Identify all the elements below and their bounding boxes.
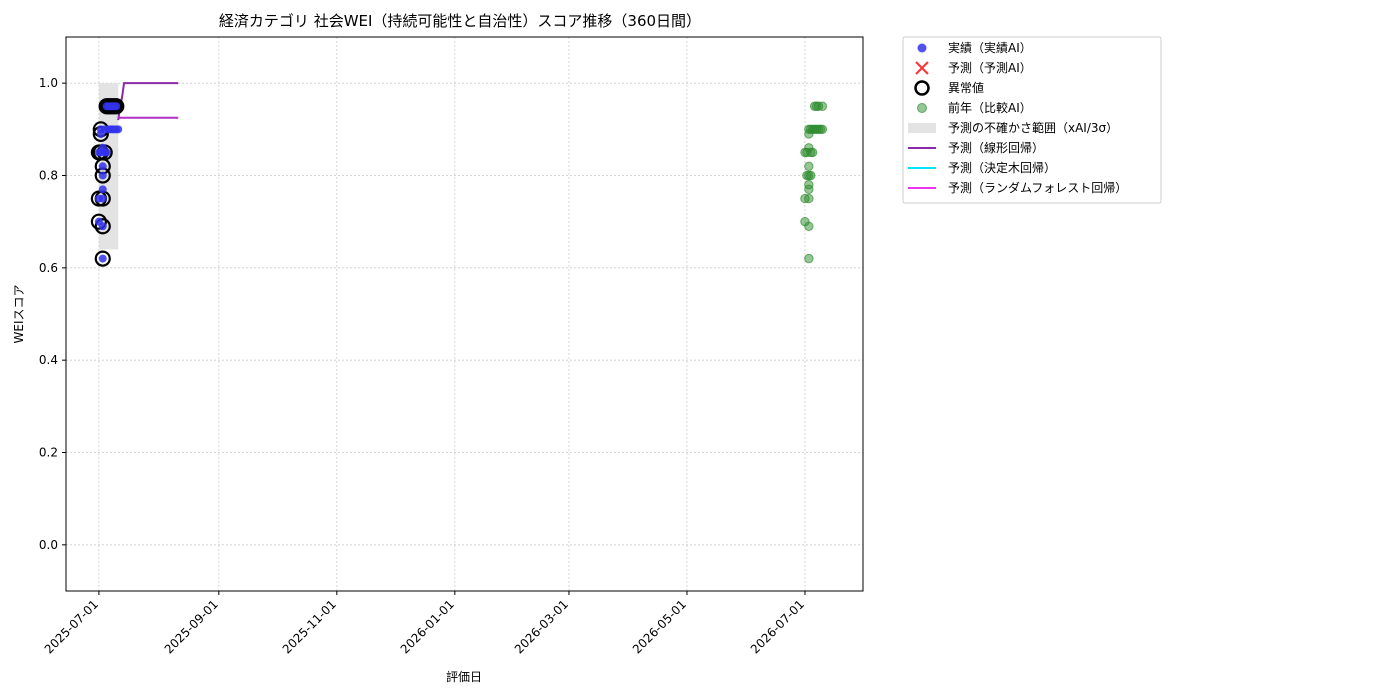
prev-year-point — [817, 101, 828, 111]
y-tick-label: 0.0 — [39, 538, 58, 552]
grid-lines — [66, 37, 863, 591]
actual-point — [98, 254, 107, 263]
legend-label: 異常値 — [948, 80, 984, 95]
legend-label: 予測（予測AI） — [948, 61, 1032, 75]
x-axis-ticks: 2025-07-01 2025-09-01 2025-11-01 2026-01-01… — [42, 591, 807, 656]
actual-point — [114, 125, 123, 134]
legend: 実績（実績AI） 予測（予測AI） 異常値前年（比較AI） 予測の不確かさ範囲（xAI… — [902, 36, 1162, 204]
prev-year-point — [804, 221, 814, 231]
regression-lines-layer — [117, 82, 179, 121]
chart-title: 経済カテゴリ 社会WEI（持続可能性と自治性）スコア推移（360日間） — [219, 12, 701, 30]
legend-label: 予測（線形回帰） — [948, 140, 1044, 155]
actual-point — [98, 194, 107, 203]
prev-year-point — [804, 180, 814, 190]
actual-point — [98, 162, 107, 171]
prev-year-point — [817, 124, 828, 135]
actual-point — [102, 148, 111, 157]
actual-point — [112, 102, 121, 111]
y-tick-label: 0.4 — [39, 353, 58, 367]
x-tick-label: 2026-07-01 — [748, 597, 807, 656]
prev-year-point — [804, 253, 814, 264]
x-tick-label: 2026-05-01 — [630, 597, 689, 656]
prev-year-point — [808, 147, 818, 158]
y-axis-ticks: 0.0 0.2 0.4 0.6 0.8 1.0 — [39, 76, 66, 552]
x-tick-label: 2025-09-01 — [162, 597, 221, 656]
prev-year-point — [806, 170, 816, 181]
y-tick-label: 0.6 — [39, 261, 58, 275]
legend-label: 予測（決定木回帰） — [948, 160, 1056, 175]
x-tick-label: 2026-01-01 — [398, 597, 457, 656]
x-tick-label: 2025-11-01 — [280, 597, 339, 656]
actual-point — [98, 171, 107, 180]
legend-label: 予測（ランダムフォレスト回帰） — [948, 180, 1127, 195]
y-axis-label: WEIスコア — [12, 285, 26, 344]
x-tick-label: 2026-03-01 — [512, 597, 571, 656]
wei-score-chart: 経済カテゴリ 社会WEI（持続可能性と自治性）スコア推移（360日間） 0.00… — [12, 12, 1162, 684]
legend-box — [902, 36, 1162, 204]
actual-point — [98, 222, 107, 231]
prev-year-point — [804, 193, 814, 204]
plot-frame — [65, 36, 864, 592]
prev-year-point — [804, 161, 814, 171]
y-tick-label: 1.0 — [39, 76, 58, 90]
legend-label: 予測の不確かさ範囲（xAI/3σ） — [948, 120, 1118, 135]
y-tick-label: 0.2 — [39, 446, 58, 460]
legend-marker-uncertainty — [908, 123, 936, 133]
actual-point — [98, 185, 107, 194]
legend-label: 実績（実績AI） — [948, 40, 1032, 55]
legend-label: 前年（比較AI） — [948, 100, 1032, 115]
x-tick-label: 2025-07-01 — [42, 597, 101, 656]
linear-regression-line — [117, 82, 179, 121]
y-tick-label: 0.8 — [39, 169, 58, 183]
legend-marker-actual — [917, 43, 927, 53]
x-axis-label: 評価日 — [446, 669, 482, 684]
legend-marker-prev-year — [917, 103, 927, 113]
